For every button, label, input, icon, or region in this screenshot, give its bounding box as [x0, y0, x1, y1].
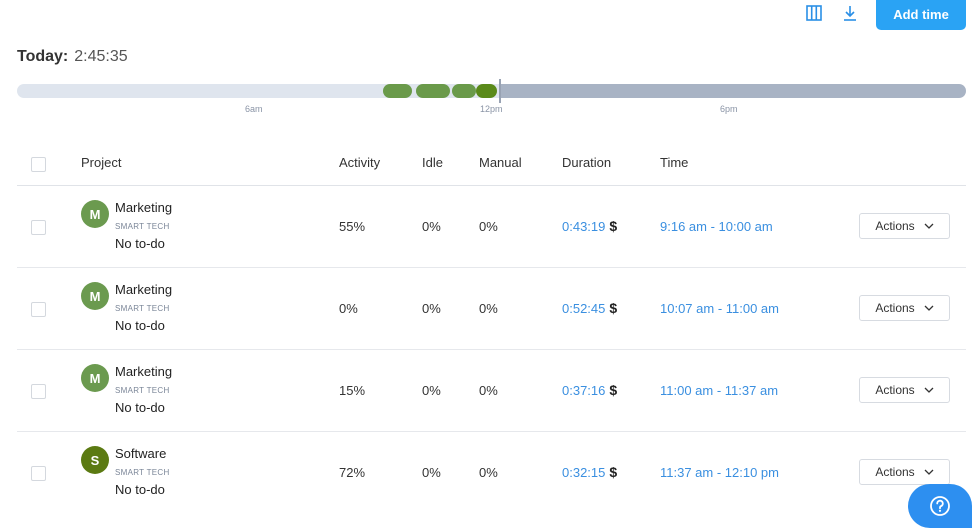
- time-range[interactable]: 9:16 am - 10:00 am: [660, 219, 773, 234]
- today-total: 2:45:35: [74, 48, 128, 65]
- actions-dropdown-button[interactable]: Actions: [859, 213, 950, 239]
- duration-value[interactable]: 0:52:45 $: [562, 300, 617, 316]
- duration-value[interactable]: 0:32:15 $: [562, 464, 617, 480]
- billable-dollar-icon: $: [609, 464, 618, 480]
- add-time-button[interactable]: Add time: [876, 0, 966, 30]
- row-checkbox[interactable]: [31, 466, 46, 481]
- duration-text: 0:43:19: [562, 219, 606, 234]
- row-checkbox[interactable]: [31, 220, 46, 235]
- duration-text: 0:37:16: [562, 383, 606, 398]
- timeline-segment[interactable]: [416, 84, 450, 98]
- actions-label: Actions: [875, 383, 915, 397]
- table-row: M Marketing SMART TECH No to-do 0% 0% 0%…: [17, 268, 966, 350]
- activity-value: 0%: [339, 301, 358, 316]
- organization-name: SMART TECH: [115, 386, 170, 395]
- chevron-down-icon: [924, 469, 934, 475]
- column-header-activity[interactable]: Activity: [339, 155, 380, 170]
- timeline-segment[interactable]: [383, 84, 412, 98]
- manual-value: 0%: [479, 219, 498, 234]
- actions-dropdown-button[interactable]: Actions: [859, 295, 950, 321]
- idle-value: 0%: [422, 301, 441, 316]
- avatar: S: [81, 446, 109, 474]
- row-checkbox[interactable]: [31, 302, 46, 317]
- actions-label: Actions: [875, 301, 915, 315]
- column-header-time[interactable]: Time: [660, 155, 688, 170]
- columns-icon[interactable]: [805, 4, 823, 22]
- column-header-manual[interactable]: Manual: [479, 155, 522, 170]
- todo-label: No to-do: [115, 236, 165, 251]
- today-summary: Today: 2:45:35: [17, 48, 128, 66]
- help-question-icon: [930, 496, 950, 516]
- organization-name: SMART TECH: [115, 222, 170, 231]
- table-row: M Marketing SMART TECH No to-do 15% 0% 0…: [17, 350, 966, 432]
- day-timeline: [17, 79, 966, 103]
- duration-value[interactable]: 0:43:19 $: [562, 218, 617, 234]
- timeline-segment[interactable]: [476, 84, 497, 98]
- time-range[interactable]: 10:07 am - 11:00 am: [660, 301, 779, 316]
- timeline-now-marker: [499, 79, 501, 103]
- activity-value: 55%: [339, 219, 366, 234]
- manual-value: 0%: [479, 301, 498, 316]
- todo-label: No to-do: [115, 482, 165, 497]
- idle-value: 0%: [422, 465, 441, 480]
- timeline-tick-12pm: 12pm: [480, 104, 503, 114]
- table-row: M Marketing SMART TECH No to-do 55% 0% 0…: [17, 186, 966, 268]
- timeline-segment[interactable]: [452, 84, 476, 98]
- actions-label: Actions: [875, 219, 915, 233]
- project-name[interactable]: Software: [115, 446, 166, 461]
- activity-value: 15%: [339, 383, 366, 398]
- billable-dollar-icon: $: [609, 382, 618, 398]
- actions-dropdown-button[interactable]: Actions: [859, 459, 950, 485]
- select-all-checkbox[interactable]: [31, 157, 46, 172]
- time-range[interactable]: 11:00 am - 11:37 am: [660, 383, 778, 398]
- help-button[interactable]: [908, 484, 972, 528]
- billable-dollar-icon: $: [609, 300, 618, 316]
- avatar: M: [81, 200, 109, 228]
- activity-value: 72%: [339, 465, 366, 480]
- duration-text: 0:32:15: [562, 465, 606, 480]
- duration-value[interactable]: 0:37:16 $: [562, 382, 617, 398]
- organization-name: SMART TECH: [115, 304, 170, 313]
- column-header-project[interactable]: Project: [81, 155, 121, 170]
- avatar: M: [81, 364, 109, 392]
- billable-dollar-icon: $: [609, 218, 618, 234]
- timeline-future-track: [500, 84, 966, 98]
- time-range[interactable]: 11:37 am - 12:10 pm: [660, 465, 779, 480]
- project-name[interactable]: Marketing: [115, 282, 172, 297]
- download-icon[interactable]: [841, 4, 859, 22]
- timeline-tick-6pm: 6pm: [720, 104, 738, 114]
- idle-value: 0%: [422, 219, 441, 234]
- idle-value: 0%: [422, 383, 441, 398]
- manual-value: 0%: [479, 383, 498, 398]
- timeline-tick-6am: 6am: [245, 104, 263, 114]
- project-name[interactable]: Marketing: [115, 364, 172, 379]
- actions-dropdown-button[interactable]: Actions: [859, 377, 950, 403]
- chevron-down-icon: [924, 305, 934, 311]
- chevron-down-icon: [924, 387, 934, 393]
- chevron-down-icon: [924, 223, 934, 229]
- organization-name: SMART TECH: [115, 468, 170, 477]
- todo-label: No to-do: [115, 400, 165, 415]
- column-header-duration[interactable]: Duration: [562, 155, 611, 170]
- today-label: Today:: [17, 48, 69, 65]
- table-row: S Software SMART TECH No to-do 72% 0% 0%…: [17, 432, 966, 514]
- actions-label: Actions: [875, 465, 915, 479]
- row-checkbox[interactable]: [31, 384, 46, 399]
- todo-label: No to-do: [115, 318, 165, 333]
- project-name[interactable]: Marketing: [115, 200, 172, 215]
- avatar: M: [81, 282, 109, 310]
- duration-text: 0:52:45: [562, 301, 606, 316]
- column-header-idle[interactable]: Idle: [422, 155, 443, 170]
- manual-value: 0%: [479, 465, 498, 480]
